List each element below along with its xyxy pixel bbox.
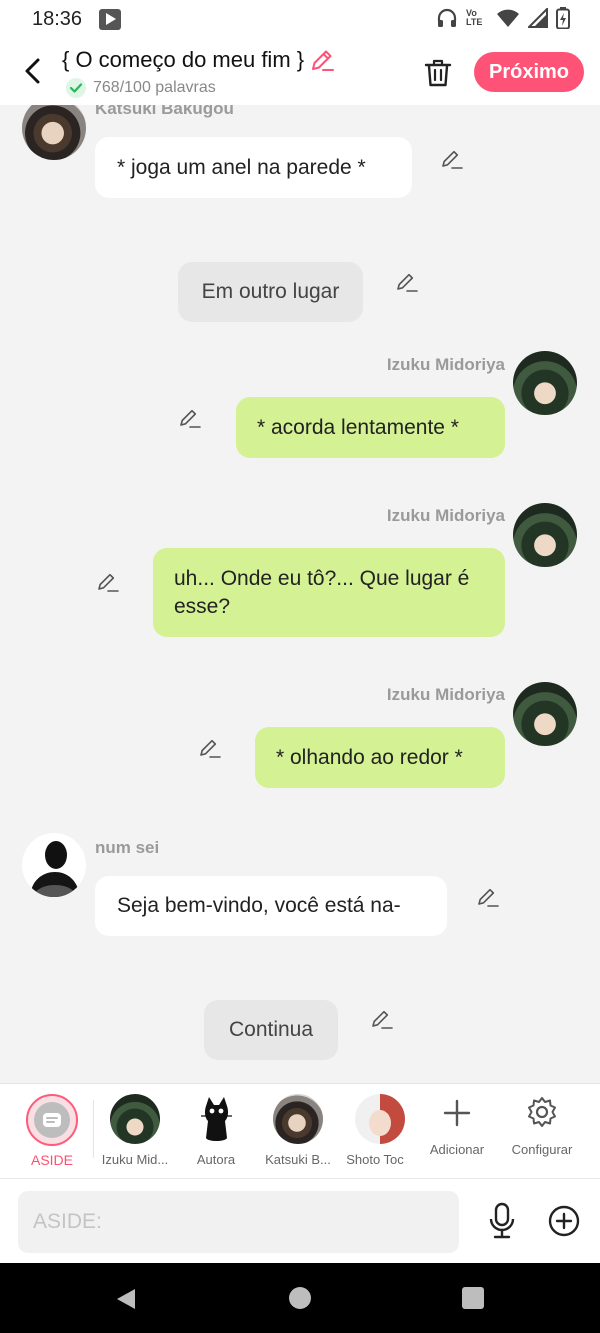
status-icons: Vo LTE — [436, 7, 570, 29]
aside-label: ASIDE — [30, 1152, 73, 1168]
aside-icon — [34, 1102, 70, 1138]
edit-message-icon[interactable] — [370, 1007, 394, 1031]
person-silhouette-icon — [30, 841, 80, 897]
back-arrow-icon[interactable] — [18, 54, 48, 88]
message-bubble[interactable]: * olhando ao redor * — [255, 727, 505, 788]
next-button[interactable]: Próximo — [474, 52, 584, 92]
status-time: 18:36 — [32, 8, 83, 30]
sender-name: Izuku Midoriya — [386, 506, 505, 525]
chat-area: Katsuki Bakugou * joga um anel na parede… — [0, 105, 600, 1083]
message-bubble[interactable]: * acorda lentamente * — [236, 397, 505, 458]
title-row: { O começo do meu fim } — [62, 47, 335, 73]
sender-name: Izuku Midoriya — [386, 685, 505, 704]
add-character-button[interactable]: Adicionar — [422, 1084, 492, 1179]
edit-message-icon[interactable] — [198, 736, 222, 760]
nav-back-icon[interactable] — [115, 1287, 137, 1311]
edit-message-icon[interactable] — [96, 570, 120, 594]
word-count: 768/100 palavras — [93, 79, 216, 96]
character-label: Izuku Mid... — [101, 1152, 169, 1167]
message-bubble[interactable]: * joga um anel na parede * — [95, 137, 412, 198]
message-bubble[interactable]: uh... Onde eu tô?... Que lugar é esse? — [153, 548, 505, 637]
izuku-avatar[interactable] — [513, 682, 577, 746]
add-media-icon[interactable] — [546, 1203, 582, 1239]
character-bar: ASIDE Izuku Mid... Autora Katsuki B... S… — [0, 1083, 600, 1178]
black-cat-avatar — [191, 1094, 241, 1144]
wifi-icon — [497, 9, 519, 27]
headphones-icon — [437, 8, 457, 27]
izuku-avatar[interactable] — [513, 503, 577, 567]
katsuki-avatar[interactable] — [22, 105, 86, 160]
edit-message-icon[interactable] — [440, 147, 464, 171]
volte-icon: Vo LTE — [466, 8, 483, 27]
character-izuku[interactable]: Izuku Mid... — [96, 1084, 174, 1179]
system-nav-bar — [0, 1263, 600, 1333]
character-autora[interactable]: Autora — [178, 1084, 254, 1179]
nav-recents-icon[interactable] — [462, 1287, 484, 1309]
edit-message-icon[interactable] — [476, 885, 500, 909]
silhouette-avatar[interactable] — [22, 833, 86, 897]
status-bar: 18:36 Vo LTE — [0, 0, 600, 40]
add-label: Adicionar — [429, 1142, 485, 1157]
aside-button[interactable] — [26, 1094, 78, 1146]
check-icon — [66, 78, 86, 98]
edit-message-icon[interactable] — [395, 270, 419, 294]
cat-icon — [201, 1097, 232, 1141]
divider — [93, 1100, 94, 1158]
input-bar — [0, 1178, 600, 1263]
sender-name: Izuku Midoriya — [386, 355, 505, 374]
story-title[interactable]: { O começo do meu fim } — [62, 47, 304, 73]
shoto-avatar — [355, 1094, 405, 1144]
izuku-avatar[interactable] — [513, 351, 577, 415]
character-label: Katsuki B... — [265, 1152, 331, 1167]
edit-message-icon[interactable] — [178, 406, 202, 430]
sender-name: num sei — [95, 838, 160, 857]
message-input[interactable] — [18, 1191, 459, 1253]
microphone-icon[interactable] — [486, 1202, 518, 1240]
settings-label: Configurar — [511, 1142, 573, 1157]
play-store-icon — [99, 9, 121, 30]
character-katsuki[interactable]: Katsuki B... — [260, 1084, 336, 1179]
sender-name: Katsuki Bakugou — [95, 105, 234, 118]
katsuki-avatar — [273, 1094, 323, 1144]
signal-icon — [528, 8, 548, 28]
editor-header: { O começo do meu fim } 768/100 palavras… — [0, 40, 600, 105]
gear-icon — [528, 1097, 556, 1127]
izuku-avatar — [110, 1094, 160, 1144]
character-label: Shoto Toc — [346, 1152, 404, 1167]
character-label: Autora — [196, 1152, 236, 1167]
edit-title-icon[interactable] — [309, 47, 335, 73]
configure-button[interactable]: Configurar — [505, 1084, 579, 1179]
word-count-row: 768/100 palavras — [66, 78, 216, 98]
plus-icon — [443, 1099, 471, 1127]
narration-bubble[interactable]: Em outro lugar — [178, 262, 363, 322]
message-bubble[interactable]: Seja bem-vindo, você está na- — [95, 876, 447, 936]
battery-icon — [556, 7, 570, 29]
nav-home-icon[interactable] — [289, 1287, 311, 1309]
character-shoto[interactable]: Shoto Toc — [342, 1084, 408, 1179]
narration-bubble[interactable]: Continua — [204, 1000, 338, 1060]
trash-icon[interactable] — [424, 58, 452, 88]
